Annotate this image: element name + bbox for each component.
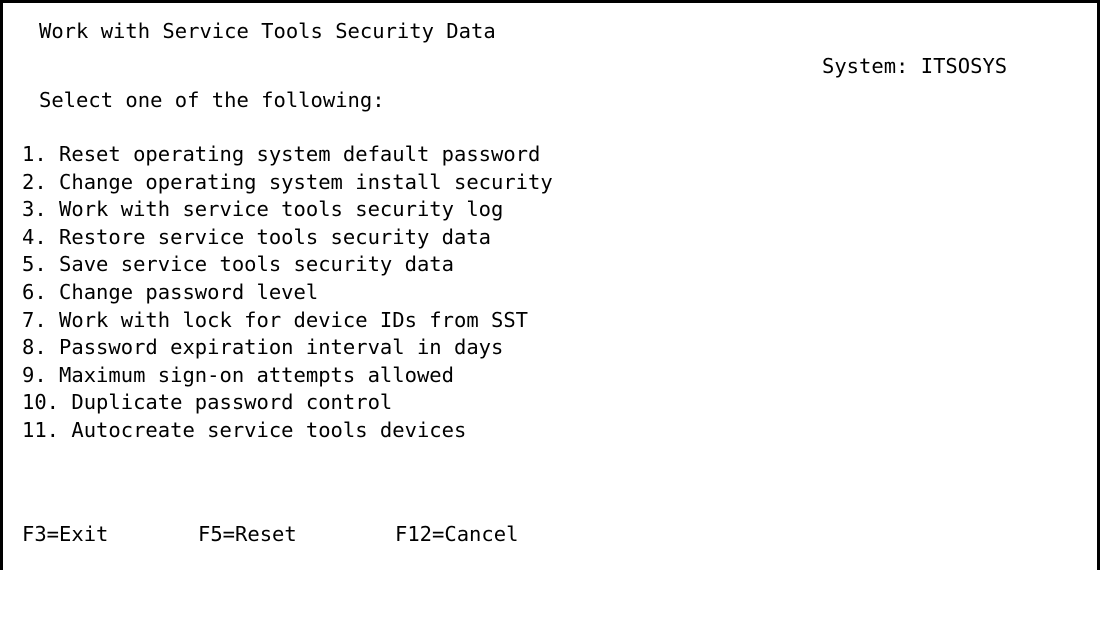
menu-option-reset-default-password[interactable]: 1. Reset operating system default passwo… [22, 141, 553, 169]
function-key-bar: F3=Exit F5=Reset F12=Cancel [22, 522, 518, 618]
system-name: ITSOSYS [920, 54, 1008, 78]
f12-cancel-key[interactable]: F12=Cancel [395, 522, 518, 546]
menu-option-restore-security-data[interactable]: 4. Restore service tools security data [22, 224, 553, 252]
menu-option-autocreate-devices[interactable]: 11. Autocreate service tools devices [22, 417, 553, 445]
menu-option-duplicate-password-control[interactable]: 10. Duplicate password control [22, 389, 553, 417]
menu-option-password-expiration[interactable]: 8. Password expiration interval in days [22, 334, 553, 362]
f3-exit-key[interactable]: F3=Exit [22, 522, 108, 546]
menu-option-max-sign-on-attempts[interactable]: 9. Maximum sign-on attempts allowed [22, 362, 553, 390]
system-indicator: System: ITSOSYS [822, 54, 1007, 78]
screen-title: Work with Service Tools Security Data [39, 19, 496, 43]
menu-option-save-security-data[interactable]: 5. Save service tools security data [22, 251, 553, 279]
menu-option-security-log[interactable]: 3. Work with service tools security log [22, 196, 553, 224]
f5-reset-key[interactable]: F5=Reset [198, 522, 297, 546]
selection-prompt: Select one of the following: [39, 88, 385, 112]
menu-option-change-install-security[interactable]: 2. Change operating system install secur… [22, 169, 553, 197]
menu-option-device-id-lock[interactable]: 7. Work with lock for device IDs from SS… [22, 307, 553, 335]
system-label: System: [822, 54, 909, 78]
menu-options-list: 1. Reset operating system default passwo… [22, 141, 553, 445]
menu-option-change-password-level[interactable]: 6. Change password level [22, 279, 553, 307]
